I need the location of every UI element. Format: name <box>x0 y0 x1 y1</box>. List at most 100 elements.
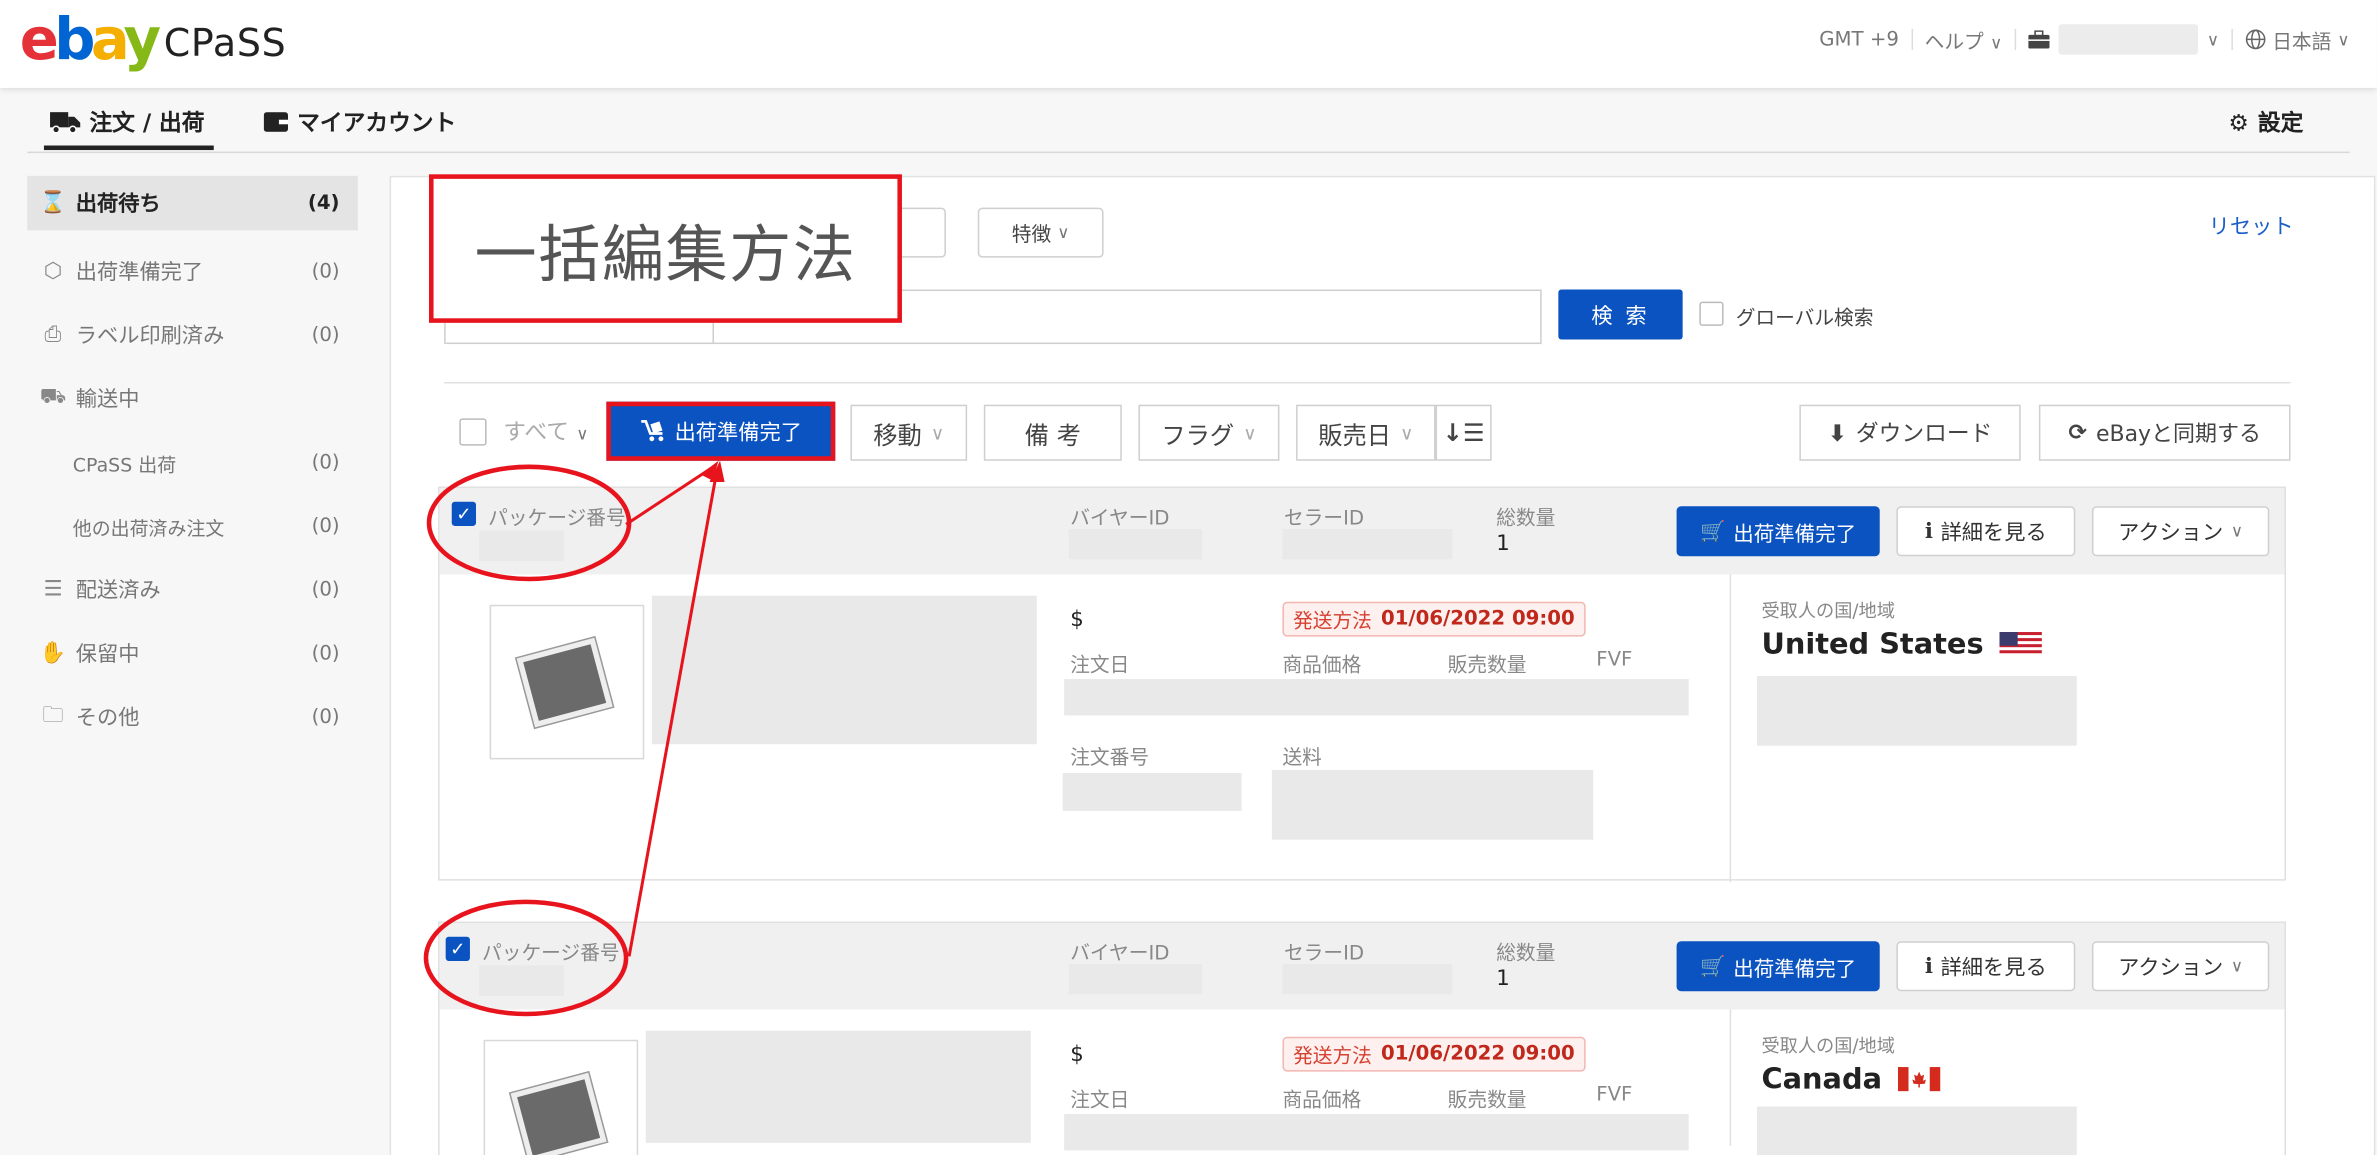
item-title-redacted <box>651 595 1037 745</box>
cart-ship-icon: 🛒 <box>1700 954 1726 979</box>
annotation-callout: 一括編集方法 <box>428 174 902 323</box>
hourglass-icon: ⌛ <box>39 190 67 216</box>
sidebar-item-cpass-shipment[interactable]: CPaSS 出荷 (0) <box>27 430 357 494</box>
divider <box>27 151 2350 154</box>
gear-icon: ⚙ <box>2228 108 2249 136</box>
chevron-down-icon: ∨ <box>930 422 945 444</box>
briefcase-icon <box>2028 30 2050 49</box>
sidebar-item-other[interactable]: 🗀 その他 (0) <box>27 685 357 749</box>
select-all-dropdown[interactable]: すべて ∨ <box>503 415 588 447</box>
recipient-country: United States <box>1761 627 2042 661</box>
sidebar-item-label-printed[interactable]: ⎙ ラベル印刷済み (0) <box>27 303 357 367</box>
feature-dropdown[interactable]: 特徴 ∨ <box>977 207 1104 258</box>
note-button[interactable]: 備 考 <box>983 404 1122 461</box>
sidebar-item-other-shipped[interactable]: 他の出荷済み注文 (0) <box>27 494 357 558</box>
divider <box>1729 1009 1732 1146</box>
sort-icon: ↓☰ <box>1442 418 1485 448</box>
reset-link[interactable]: リセット <box>2209 211 2294 241</box>
sidebar-item-in-transit[interactable]: ⛟ 輸送中 <box>27 367 357 431</box>
sidebar-item-delivered[interactable]: ☰ 配送済み (0) <box>27 558 357 622</box>
canada-flag-icon <box>1897 1067 1940 1092</box>
package-checkbox[interactable]: ✓ <box>445 936 470 961</box>
view-details-button[interactable]: ℹ 詳細を見る <box>1896 941 2076 992</box>
sidebar-item-awaiting-shipment[interactable]: ⌛ 出荷待ち (4) <box>27 175 358 231</box>
recipient-country-label: 受取人の国/地域 <box>1761 1035 1895 1057</box>
box-icon: ⬡ <box>43 259 63 284</box>
total-quantity-label: 総数量 <box>1496 942 1556 966</box>
order-date-label: 注文日 <box>1070 1089 1130 1113</box>
action-dropdown[interactable]: アクション ∨ <box>2091 506 2270 557</box>
ready-to-ship-button[interactable]: 🛒 出荷準備完了 <box>1676 506 1880 557</box>
chevron-down-icon: ∨ <box>1057 222 1070 243</box>
fvf-label: FVF <box>1596 1083 1633 1107</box>
photo-icon <box>514 635 615 730</box>
account-menu[interactable]: ∨ <box>2028 24 2219 55</box>
product-image-placeholder <box>483 1039 639 1155</box>
package-number-redacted <box>479 965 564 996</box>
currency: $ <box>1070 607 1084 633</box>
bulk-ready-to-ship-button[interactable]: 出荷準備完了 <box>606 401 836 461</box>
shipping-fee-redacted <box>1271 769 1594 840</box>
chevron-down-icon: ∨ <box>1400 422 1414 444</box>
wallet-icon <box>263 112 289 132</box>
global-search-label: グローバル検索 <box>1735 307 1874 331</box>
photo-icon <box>508 1070 609 1155</box>
seller-id-redacted <box>1282 963 1453 995</box>
globe-icon <box>2245 29 2266 50</box>
currency: $ <box>1070 1042 1084 1068</box>
order-values-redacted <box>1064 679 1689 716</box>
recipient-address-redacted <box>1756 676 2077 746</box>
divider <box>1911 28 1913 51</box>
package-checkbox[interactable]: ✓ <box>451 501 476 526</box>
language-menu[interactable]: 日本語 ∨ <box>2245 25 2350 54</box>
chevron-down-icon: ∨ <box>2337 29 2350 50</box>
order-number-redacted <box>1062 773 1242 811</box>
order-values-redacted <box>1064 1114 1689 1151</box>
sidebar-item-ready-to-ship[interactable]: ⬡ 出荷準備完了 (0) <box>27 239 357 303</box>
shipping-deadline-badge: 発送方法 01/06/2022 09:00 <box>1282 1036 1586 1072</box>
move-dropdown[interactable]: 移動 ∨ <box>850 404 968 461</box>
settings-link[interactable]: ⚙ 設定 <box>2228 106 2303 138</box>
order-date-label: 注文日 <box>1070 654 1130 678</box>
shipping-deadline-badge: 発送方法 01/06/2022 09:00 <box>1282 601 1586 637</box>
divider <box>2014 28 2016 51</box>
recipient-address-redacted <box>1756 1106 2077 1155</box>
receipt-icon: ☰ <box>43 577 63 602</box>
ebay-logo[interactable]: ebay <box>20 9 161 70</box>
quantity-sold-label: 販売数量 <box>1447 1089 1527 1113</box>
buyer-id-label: バイヤーID <box>1070 507 1170 531</box>
item-price-label: 商品価格 <box>1282 654 1362 678</box>
cart-ship-icon: 🛒 <box>1700 519 1726 544</box>
app-header: ebay CPaSS GMT +9 ヘルプ ∨ ∨ 日本語 ∨ <box>0 0 2377 88</box>
chevron-down-icon: ∨ <box>1990 32 2003 53</box>
chevron-down-icon: ∨ <box>576 424 589 445</box>
timezone[interactable]: GMT +9 <box>1819 28 1899 51</box>
us-flag-icon <box>1998 632 2042 657</box>
help-menu[interactable]: ヘルプ ∨ <box>1925 25 2003 54</box>
select-all-checkbox[interactable] <box>459 418 487 446</box>
action-dropdown[interactable]: アクション ∨ <box>2091 941 2270 992</box>
truck-icon: ⛟ <box>39 384 67 410</box>
search-button[interactable]: 検 索 <box>1558 289 1683 340</box>
flag-dropdown[interactable]: フラグ ∨ <box>1138 404 1280 461</box>
buyer-id-label: バイヤーID <box>1070 942 1170 966</box>
tab-orders-shipping[interactable]: 注文 / 出荷 <box>43 106 214 151</box>
total-quantity: 1 <box>1496 967 1510 992</box>
product-name: CPaSS <box>163 21 287 66</box>
sidebar-item-on-hold[interactable]: ✋ 保留中 (0) <box>27 621 357 685</box>
sale-date-dropdown[interactable]: 販売日 ∨ <box>1296 404 1436 461</box>
divider <box>2231 28 2233 51</box>
ready-to-ship-button[interactable]: 🛒 出荷準備完了 <box>1676 941 1880 992</box>
download-icon: ⬇ <box>1827 419 1847 447</box>
download-button[interactable]: ⬇ ダウンロード <box>1799 404 2021 461</box>
divider <box>444 381 2291 384</box>
view-details-button[interactable]: ℹ 詳細を見る <box>1896 506 2076 557</box>
account-name-redacted <box>2058 24 2198 55</box>
global-search-checkbox[interactable] <box>1699 301 1724 326</box>
chevron-down-icon: ∨ <box>2230 956 2244 977</box>
item-title-redacted <box>645 1030 1031 1143</box>
tab-my-account[interactable]: マイアカウント <box>263 106 456 138</box>
order-number-label: 注文番号 <box>1070 747 1150 770</box>
sync-ebay-button[interactable]: ⟳ eBayと同期する <box>2038 404 2291 461</box>
sort-order-button[interactable]: ↓☰ <box>1435 404 1492 461</box>
